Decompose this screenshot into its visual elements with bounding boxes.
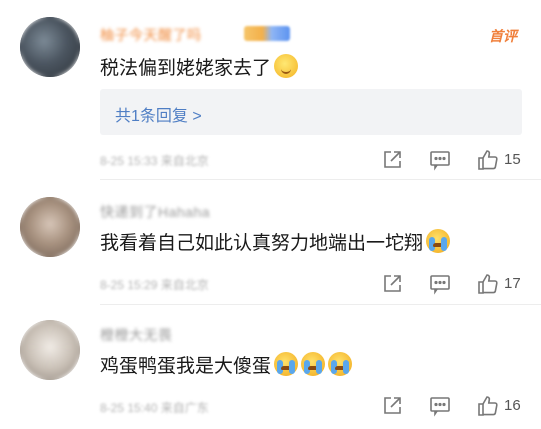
reply-button[interactable]: 首评 [489,26,517,46]
like-count: 16 [504,397,521,414]
action-bar: 16 [380,394,530,418]
author-name[interactable]: 快递到了Hahaha [100,202,210,222]
vip-badge-icon [244,26,290,41]
like-count: 15 [504,151,521,168]
share-icon[interactable] [380,394,404,418]
like-count: 17 [504,275,521,292]
comment-item: 橙橙大无畏 鸡蛋鸭蛋我是大傻蛋 8-25 15:40 来自广东 16 [0,305,541,429]
action-bar: 17 [380,272,530,296]
comment-icon[interactable] [428,272,452,296]
comment-text-content: 我看着自己如此认真努力地端出一坨翔 [100,233,424,254]
avatar[interactable] [20,17,80,77]
comment-meta: 8-25 15:40 来自广东 [100,401,209,415]
avatar[interactable] [20,320,80,380]
comment-meta: 8-25 15:29 来自北京 [100,278,209,292]
like-icon[interactable] [476,394,500,418]
author-name[interactable]: 柚子今天醒了吗 [100,25,202,45]
smile-emoji-icon [274,54,299,78]
crying-emoji-icon [328,352,353,376]
comment-text-content: 税法偏到姥姥家去了 [100,58,272,79]
avatar[interactable] [20,197,80,257]
comment-text: 税法偏到姥姥家去了 [100,54,299,82]
crying-emoji-icon [301,352,326,376]
comment-meta: 8-25 15:33 来自北京 [100,154,209,168]
like-icon[interactable] [476,148,500,172]
share-icon[interactable] [380,148,404,172]
comment-text: 我看着自己如此认真努力地端出一坨翔 [100,229,451,257]
comment-text-content: 鸡蛋鸭蛋我是大傻蛋 [100,356,272,377]
comment-text: 鸡蛋鸭蛋我是大傻蛋 [100,352,353,380]
crying-emoji-icon [274,352,299,376]
comment-item: 快递到了Hahaha 我看着自己如此认真努力地端出一坨翔 8-25 15:29 … [0,180,541,305]
like-icon[interactable] [476,272,500,296]
share-icon[interactable] [380,272,404,296]
replies-box[interactable]: 共1条回复 > [100,89,522,135]
comment-icon[interactable] [428,148,452,172]
action-bar: 15 [380,148,530,172]
comment-icon[interactable] [428,394,452,418]
author-name[interactable]: 橙橙大无畏 [100,325,173,345]
crying-emoji-icon [426,229,451,253]
comment-item: 柚子今天醒了吗 首评 税法偏到姥姥家去了 共1条回复 > 8-25 15:33 … [0,0,541,180]
replies-link[interactable]: 共1条回复 > [115,102,202,126]
